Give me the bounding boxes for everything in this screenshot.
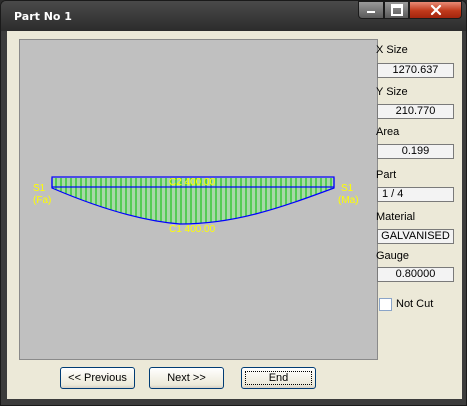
left-side-label: S1 — [33, 183, 46, 194]
part-field: 1 / 4 — [377, 187, 454, 202]
close-button[interactable] — [409, 1, 462, 19]
area-label: Area — [376, 126, 400, 138]
window-title: Part No 1 — [14, 10, 72, 23]
not-cut-checkbox[interactable] — [379, 298, 392, 311]
part-window: Part No 1 C2 400.00 C1 400.00 S1 (Fa) S1… — [0, 0, 467, 406]
right-side-label: S1 — [341, 183, 354, 194]
part-label: Part — [376, 169, 397, 181]
bottom-edge-label: C1 400.00 — [169, 224, 216, 235]
gauge-field: 0.80000 — [377, 267, 454, 282]
maximize-icon — [390, 4, 403, 16]
x-size-field: 1270.637 — [377, 63, 454, 78]
right-side-code: (Ma) — [338, 195, 359, 206]
dialog-body: C2 400.00 C1 400.00 S1 (Fa) S1 (Ma) X Si… — [7, 31, 462, 399]
maximize-button[interactable] — [384, 1, 409, 19]
left-side-code: (Fa) — [33, 195, 51, 206]
not-cut-label[interactable]: Not Cut — [396, 298, 433, 310]
top-edge-label: C2 400.00 — [169, 177, 216, 188]
gauge-label: Gauge — [376, 250, 410, 262]
close-icon — [430, 4, 441, 16]
minimize-button[interactable] — [358, 1, 384, 19]
y-size-label: Y Size — [376, 86, 408, 98]
part-shape-drawing: C2 400.00 C1 400.00 S1 (Fa) S1 (Ma) — [33, 176, 359, 235]
focus-rectangle — [245, 371, 312, 385]
end-button[interactable]: End — [241, 367, 316, 389]
previous-button[interactable]: << Previous — [60, 367, 135, 389]
caption-buttons — [358, 1, 462, 20]
next-button[interactable]: Next >> — [149, 367, 224, 389]
material-label: Material — [376, 211, 416, 223]
part-drawing-canvas[interactable]: C2 400.00 C1 400.00 S1 (Fa) S1 (Ma) — [19, 39, 378, 360]
title-bar[interactable]: Part No 1 — [1, 1, 466, 31]
area-field: 0.199 — [377, 144, 454, 159]
y-size-field: 210.770 — [377, 104, 454, 119]
x-size-label: X Size — [376, 44, 408, 56]
material-field: GALVANISED — [377, 229, 454, 244]
minimize-icon — [367, 11, 375, 13]
